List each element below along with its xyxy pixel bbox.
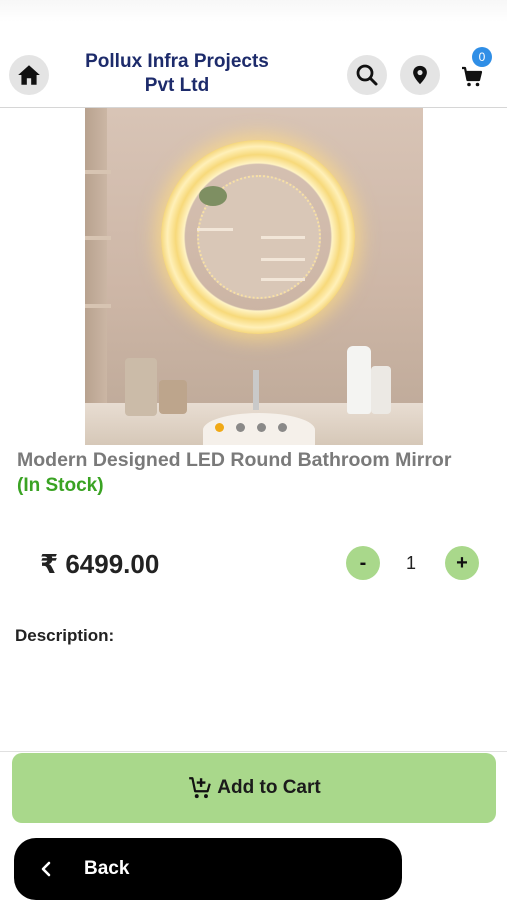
product-price: ₹ 6499.00 — [40, 549, 160, 579]
location-button[interactable] — [400, 55, 440, 95]
company-name-line1: Pollux Infra Projects — [85, 51, 269, 72]
quantity-increase-button[interactable]: + — [445, 546, 479, 580]
divider — [0, 751, 507, 752]
status-strip — [0, 0, 507, 22]
image-mini-shelf — [197, 228, 233, 231]
cart-count-badge: 0 — [472, 47, 492, 67]
chevron-left-icon — [40, 858, 54, 880]
image-shelf-detail — [85, 304, 111, 308]
location-pin-icon — [413, 65, 427, 85]
carousel-dot[interactable] — [236, 423, 245, 432]
image-bottle — [347, 346, 371, 414]
stock-status: (In Stock) — [17, 475, 104, 496]
add-cart-icon — [189, 777, 212, 799]
product-title: Modern Designed LED Round Bathroom Mirro… — [17, 449, 452, 471]
add-to-cart-button[interactable]: Add to Cart — [12, 753, 496, 823]
description-label: Description: — [15, 626, 115, 645]
quantity-decrease-button[interactable]: - — [346, 546, 380, 580]
image-mini-shelf — [261, 236, 305, 239]
home-icon — [18, 65, 40, 85]
image-wall-detail — [85, 108, 107, 445]
quantity-value: 1 — [405, 553, 416, 573]
search-icon — [356, 64, 378, 86]
carousel-dot[interactable] — [215, 423, 224, 432]
search-button[interactable] — [347, 55, 387, 95]
add-to-cart-label: Add to Cart — [217, 777, 321, 798]
back-button[interactable]: Back — [14, 838, 402, 900]
company-name-line2: Pvt Ltd — [144, 75, 210, 96]
cart-icon — [462, 66, 483, 87]
carousel-dot[interactable] — [278, 423, 287, 432]
back-label: Back — [84, 858, 130, 879]
image-bottle — [371, 366, 391, 414]
image-jar — [159, 380, 187, 414]
product-image[interactable] — [85, 108, 423, 445]
image-mini-shelf — [261, 278, 305, 281]
image-shelf-detail — [85, 236, 111, 240]
image-faucet — [253, 370, 259, 410]
image-jar — [125, 358, 157, 416]
image-plant — [199, 186, 227, 206]
image-mini-shelf — [261, 258, 305, 261]
app-header: Pollux Infra Projects Pvt Ltd 0 — [0, 42, 507, 108]
carousel-dot[interactable] — [257, 423, 266, 432]
carousel-indicator — [215, 423, 287, 432]
home-button[interactable] — [9, 55, 49, 95]
image-shelf-detail — [85, 170, 111, 174]
company-name: Pollux Infra Projects Pvt Ltd — [62, 50, 292, 98]
